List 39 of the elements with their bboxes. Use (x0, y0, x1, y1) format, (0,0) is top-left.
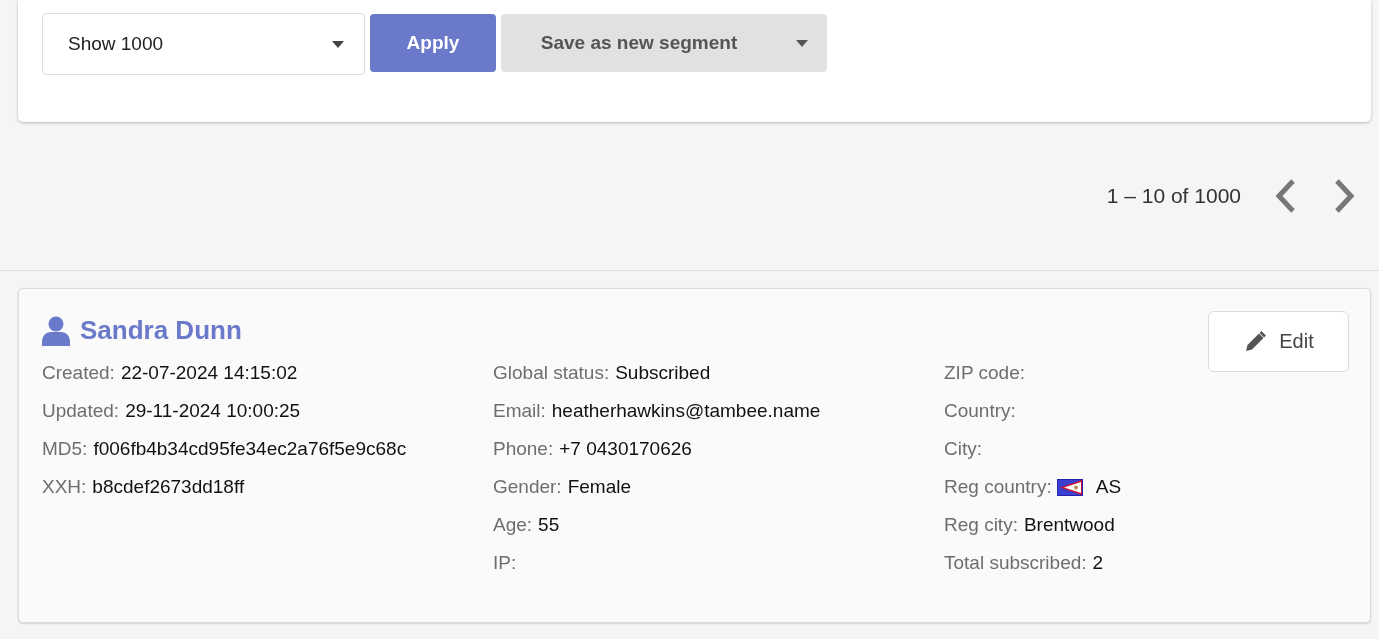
field-label: Reg city: (944, 513, 1018, 537)
field-label: City: (944, 437, 982, 461)
field-value: 55 (538, 513, 560, 537)
field-value: Female (567, 475, 631, 499)
field-label: Age: (493, 513, 533, 537)
field-value: f006fb4b34cd95fe34ec2a76f5e9c68c (93, 437, 407, 461)
apply-button[interactable]: Apply (370, 14, 496, 72)
edit-button[interactable]: Edit (1208, 311, 1349, 372)
field-label: Global status: (493, 361, 610, 385)
field-label: MD5: (42, 437, 88, 461)
field-value: 2 (1092, 551, 1104, 575)
field-value: Brentwood (1023, 513, 1115, 537)
field-label: Email: (493, 399, 546, 423)
caret-icon (796, 39, 808, 47)
field-value: heatherhawkins@tambee.name (551, 399, 821, 423)
caret-icon (332, 40, 344, 48)
limit-dropdown[interactable]: Show 1000 (42, 13, 365, 75)
field-label: Total subscribed: (944, 551, 1087, 575)
field-label: Reg country: (944, 475, 1052, 499)
contact-name[interactable]: Sandra Dunn (80, 315, 242, 346)
person-icon (42, 315, 70, 346)
field-label: Country: (944, 399, 1016, 423)
field-label: Created: (42, 361, 115, 385)
field-label: Gender: (493, 475, 562, 499)
field-label: Updated: (42, 399, 120, 423)
field-value: Subscribed (615, 361, 711, 385)
field-label: ZIP code: (944, 361, 1025, 385)
field-label: IP: (493, 551, 517, 575)
flag-icon (1056, 478, 1083, 496)
field-value: 22-07-2024 14:15:02 (120, 361, 298, 385)
field-value: AS (1095, 475, 1122, 499)
field-value: 29-11-2024 10:00:25 (125, 399, 301, 423)
field-value: b8cdef2673dd18ff (92, 475, 245, 499)
field-label: XXH: (42, 475, 87, 499)
field-label: Phone: (493, 437, 554, 461)
field-value: +7 0430170626 (559, 437, 692, 461)
save-segment-button[interactable]: Save as new segment (501, 14, 777, 72)
pagination-range: 1 – 10 of 1000 (1106, 184, 1241, 208)
pencil-icon (1243, 329, 1268, 354)
